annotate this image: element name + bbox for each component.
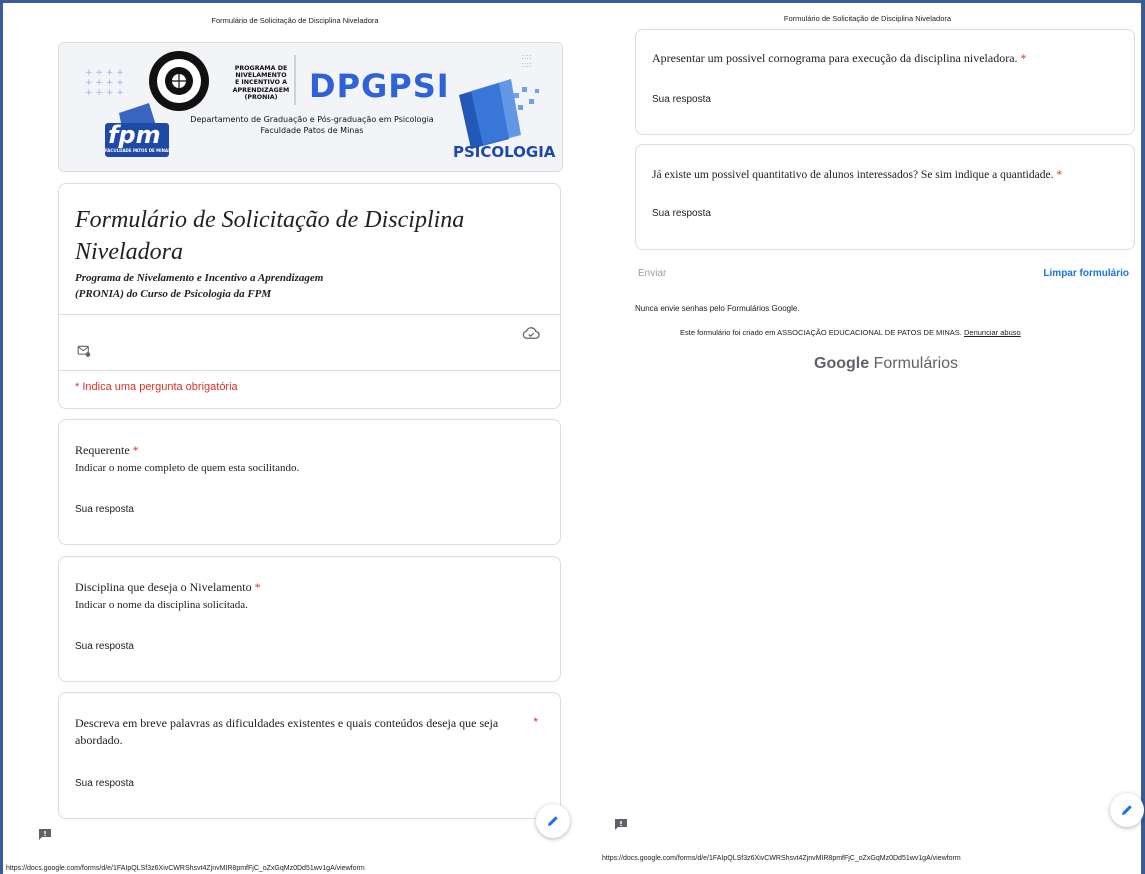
required-asterisk: * bbox=[1056, 169, 1063, 181]
report-abuse-link[interactable]: Denunciar abuso bbox=[964, 328, 1021, 337]
form-description: Programa de Nivelamento e Incentivo a Ap… bbox=[75, 272, 324, 300]
fpm-logo: fpm bbox=[108, 121, 161, 149]
required-asterisk: * bbox=[132, 443, 139, 457]
svg-text:+ + + +: + + + + bbox=[85, 88, 124, 98]
question-title: Já existe um possivel quantitativo de al… bbox=[652, 169, 1063, 181]
answer-input-cronograma[interactable]: Sua resposta bbox=[652, 94, 711, 105]
question-title: Requerente * bbox=[75, 443, 139, 457]
pencil-icon bbox=[1122, 805, 1132, 815]
print-page-1: Formulário de Solicitação de Disciplina … bbox=[0, 0, 590, 874]
send-button[interactable]: Enviar bbox=[638, 268, 666, 279]
svg-text:+ + + +: + + + + bbox=[85, 78, 124, 88]
answer-input-requerente[interactable]: Sua resposta bbox=[75, 504, 134, 515]
cloud-done-icon[interactable] bbox=[522, 326, 540, 340]
password-warning: Nunca envie senhas pelo Formulários Goog… bbox=[635, 304, 800, 313]
google-forms-logo: Google Formulários bbox=[814, 355, 959, 372]
answer-input-disciplina[interactable]: Sua resposta bbox=[75, 641, 134, 652]
faculty-name: Faculdade Patos de Minas bbox=[260, 126, 364, 135]
question-title: Descreva em breve palavras as dificuldad… bbox=[75, 716, 499, 747]
department-name: Departamento de Graduação e Pós-graduaçã… bbox=[190, 115, 434, 124]
edit-button[interactable] bbox=[1110, 793, 1144, 827]
header-divider bbox=[59, 314, 560, 315]
question-title: Disciplina que deseja o Nivelamento * bbox=[75, 580, 261, 594]
required-asterisk: * bbox=[254, 580, 261, 594]
question-description: Indicar o nome da disciplina solicitada. bbox=[75, 599, 248, 611]
clear-form-button[interactable]: Limpar formulário bbox=[1043, 268, 1129, 279]
edit-button[interactable] bbox=[536, 804, 570, 838]
header-banner: + + + + + + + + + + + + :::: :::: PROGRA… bbox=[58, 42, 563, 172]
question-card-dificuldades: Descreva em breve palavras as dificuldad… bbox=[58, 692, 561, 819]
question-card-requerente: Requerente * Indicar o nome completo de … bbox=[58, 419, 561, 545]
print-page-2: Formulário de Solicitação de Disciplina … bbox=[590, 0, 1145, 874]
required-divider bbox=[59, 370, 560, 371]
required-asterisk: * bbox=[1020, 51, 1027, 65]
question-card-cronograma: Apresentar um possivel cornograma para e… bbox=[635, 29, 1135, 135]
feedback-icon[interactable] bbox=[614, 818, 628, 831]
pencil-icon bbox=[548, 816, 558, 826]
program-name: PROGRAMA DE NIVELAMENTO E INCENTIVO A AP… bbox=[232, 65, 290, 101]
svg-text:::::: :::: bbox=[521, 60, 532, 69]
feedback-icon[interactable] bbox=[38, 828, 52, 841]
answer-input-dificuldades[interactable]: Sua resposta bbox=[75, 778, 134, 789]
svg-text:+ + + +: + + + + bbox=[85, 68, 124, 78]
question-description: Indicar o nome completo de quem esta soc… bbox=[75, 462, 300, 474]
required-asterisk: * bbox=[533, 715, 538, 729]
fpm-subtitle: FACULDADE PATOS DE MINAS bbox=[105, 148, 171, 153]
question-title: Apresentar um possivel cornograma para e… bbox=[652, 51, 1027, 65]
page-url: https://docs.google.com/forms/d/e/1FAIpQ… bbox=[6, 865, 365, 872]
print-header-title: Formulário de Solicitação de Disciplina … bbox=[211, 16, 379, 25]
page-url: https://docs.google.com/forms/d/e/1FAIpQ… bbox=[602, 855, 961, 862]
form-title: Formulário de Solicitação de Disciplina … bbox=[75, 207, 465, 265]
form-header-card: Formulário de Solicitação de Disciplina … bbox=[58, 183, 561, 409]
question-card-disciplina: Disciplina que deseja o Nivelamento * In… bbox=[58, 556, 561, 682]
question-card-quantitativo: Já existe um possivel quantitativo de al… bbox=[635, 144, 1135, 250]
required-note: * Indica uma pergunta obrigatória bbox=[75, 381, 238, 393]
mail-settings-icon[interactable] bbox=[77, 344, 91, 358]
answer-input-quantitativo[interactable]: Sua resposta bbox=[652, 208, 711, 219]
created-by-note: Este formulário foi criado em ASSOCIAÇÃO… bbox=[680, 328, 1021, 337]
psicologia-logo: PSICOLOGIA bbox=[453, 143, 556, 161]
print-header-title: Formulário de Solicitação de Disciplina … bbox=[783, 14, 952, 23]
dpgpsi-logo: DPGPSI bbox=[309, 67, 450, 105]
